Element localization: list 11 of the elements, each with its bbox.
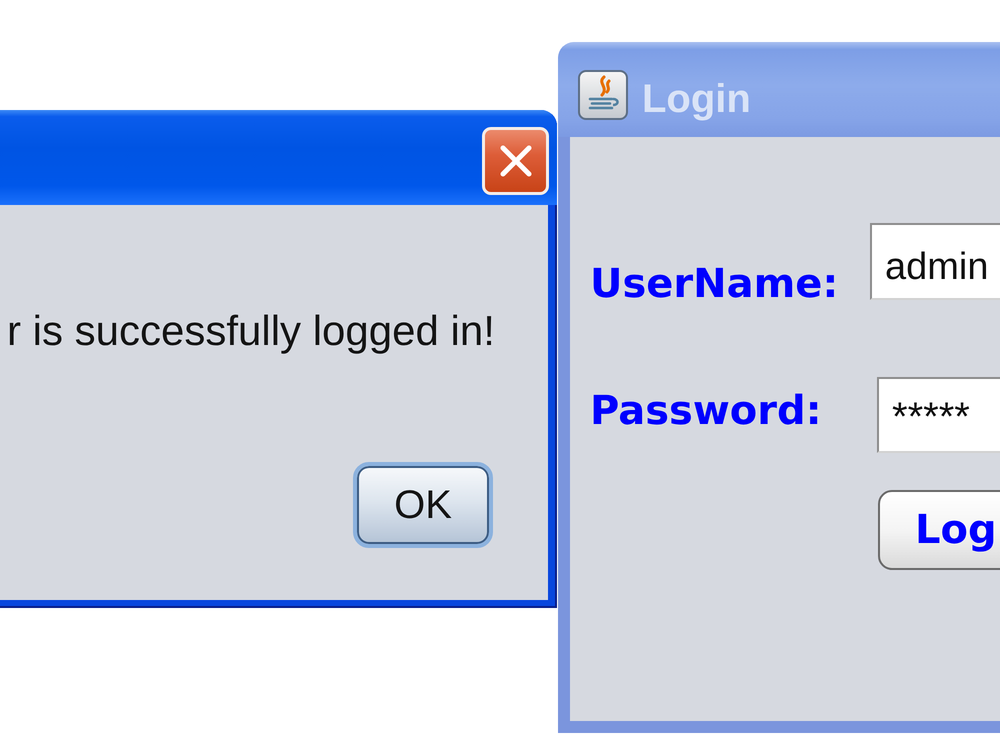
ok-button[interactable]: OK [353, 462, 493, 548]
username-label: UserName: [590, 265, 840, 304]
login-button[interactable]: Log [878, 490, 1000, 570]
coffee-cup-icon [578, 70, 628, 120]
window-title: Login [642, 76, 751, 122]
password-field[interactable]: ***** [877, 377, 1000, 453]
message-text: r is successfully logged in! [7, 307, 496, 355]
password-label: Password: [590, 392, 823, 431]
username-field[interactable]: admin [870, 223, 1000, 300]
close-icon [498, 143, 534, 179]
close-button[interactable] [482, 127, 549, 195]
